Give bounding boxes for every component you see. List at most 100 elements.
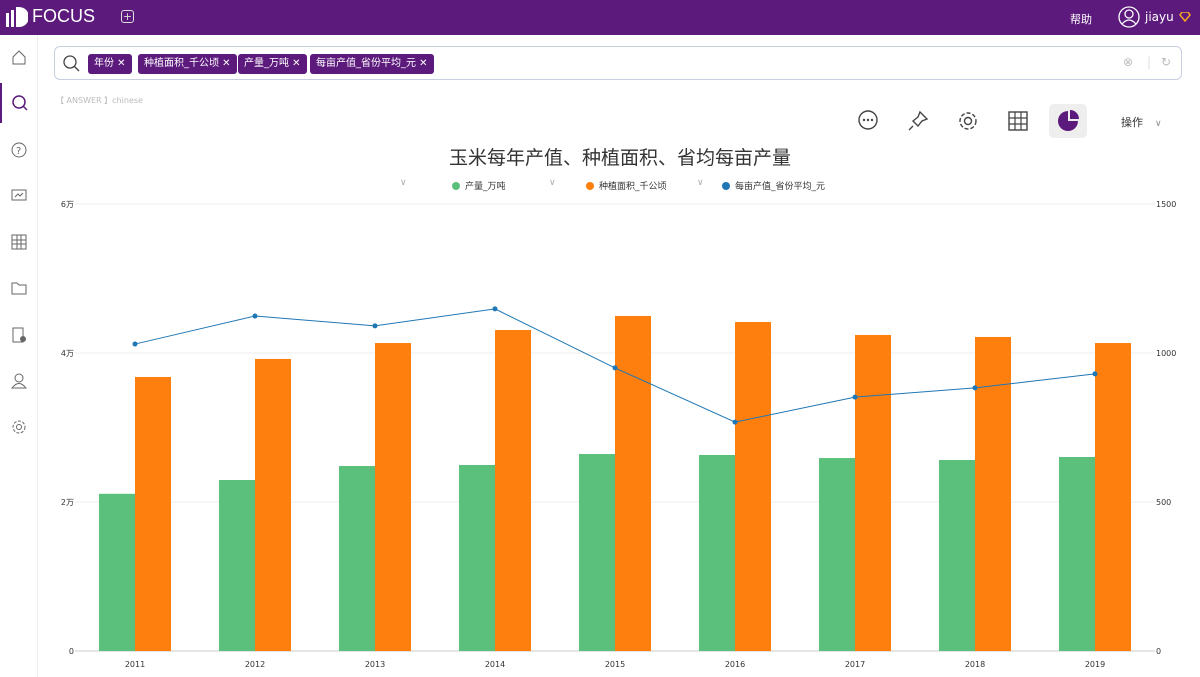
sidebar-item-datasource[interactable] (0, 315, 38, 355)
sidebar-item-folder[interactable] (0, 268, 38, 308)
divider: | (1147, 55, 1152, 69)
sidebar-item-dashboard[interactable] (0, 176, 38, 216)
bar-production (339, 466, 375, 651)
chart-title: 玉米每年产值、种植面积、省均每亩产量 (448, 147, 791, 169)
x-tick-label: 2013 (365, 660, 385, 669)
bar-planting-area (375, 343, 411, 651)
line-point (852, 394, 858, 400)
x-tick-label: 2019 (1085, 660, 1105, 669)
legend-item[interactable]: 每亩产值_省份平均_元 (722, 179, 825, 192)
x-tick-label: 2015 (605, 660, 625, 669)
user-icon (11, 373, 27, 389)
legend-item[interactable]: 产量_万吨 (452, 179, 506, 192)
bar-production (699, 454, 735, 651)
line-value-per-mu (134, 308, 1096, 423)
line-point (612, 365, 618, 371)
line-point (732, 419, 738, 425)
bar-planting-area (615, 315, 651, 651)
pie-chart-icon (1058, 110, 1079, 131)
clear-icon[interactable]: ⊗ (1123, 55, 1133, 69)
diamond-icon (1178, 12, 1191, 22)
y-right-tick-label: 500 (1156, 498, 1171, 507)
y-left-tick-label: 0 (69, 647, 74, 656)
bar-production (579, 454, 615, 651)
search-icon (12, 95, 28, 111)
help-link[interactable]: 帮助 (1070, 11, 1092, 27)
pin-button[interactable] (899, 104, 937, 138)
line-point (372, 323, 378, 329)
refresh-icon[interactable]: ↻ (1161, 55, 1171, 69)
x-tick-label: 2016 (725, 660, 745, 669)
line-point (252, 313, 258, 319)
chevron-down-icon: ∨ (1155, 119, 1162, 129)
operate-dropdown[interactable]: 操作 ∨ (1121, 114, 1162, 130)
logo[interactable]: FOCUS (6, 6, 95, 27)
legend-dot (452, 181, 460, 190)
x-tick-label: 2014 (485, 660, 505, 669)
sidebar-item-table[interactable] (0, 222, 38, 262)
bar-production (219, 480, 255, 651)
y-right-tick-label: 1500 (1156, 200, 1176, 209)
bar-planting-area (855, 334, 891, 651)
x-tick-label: 2018 (965, 660, 985, 669)
line-point (132, 341, 138, 347)
search-chip[interactable]: 产量_万吨 ✕ (238, 54, 307, 74)
table-icon (1008, 111, 1028, 131)
bar-planting-area (255, 358, 291, 651)
operate-label: 操作 (1121, 116, 1143, 129)
sidebar-item-user[interactable] (0, 361, 38, 401)
x-tick-label: 2011 (125, 660, 145, 669)
gear-icon (959, 112, 977, 130)
presentation-icon (11, 189, 27, 201)
search-bar[interactable]: 年份 ✕ 种植面积_千公顷 ✕ 产量_万吨 ✕ 每亩产值_省份平均_元 ✕ ⊗ … (54, 46, 1182, 80)
legend-label: 种植面积_千公顷 (599, 182, 667, 192)
sidebar-item-home[interactable] (0, 37, 38, 77)
sidebar: ? (0, 35, 38, 677)
line-point (492, 306, 498, 312)
legend-dot (586, 181, 594, 190)
combo-chart: 0 2万 4万 6万 0 500 1000 1500 2011 2012 2013 2014 2015 2… (61, 200, 1176, 669)
search-chip[interactable]: 种植面积_千公顷 ✕ (138, 54, 237, 74)
top-bar: FOCUS + 帮助 jiayu (0, 0, 1200, 35)
gear-icon (12, 420, 26, 434)
avatar-icon (1118, 6, 1140, 28)
table-icon (11, 234, 27, 250)
comment-button[interactable] (849, 104, 887, 138)
table-view-button[interactable] (999, 104, 1037, 138)
legend-label: 每亩产值_省份平均_元 (735, 182, 826, 192)
bar-production (939, 459, 975, 651)
chevron-down-icon[interactable]: ∨ (549, 178, 556, 188)
x-tick-label: 2017 (845, 660, 865, 669)
search-chip[interactable]: 年份 ✕ (88, 54, 132, 74)
line-point (1092, 371, 1098, 377)
new-tab-button[interactable]: + (121, 10, 134, 23)
bar-planting-area (975, 336, 1011, 651)
sidebar-item-search[interactable] (0, 83, 38, 123)
legend-item[interactable]: 种植面积_千公顷 (586, 179, 667, 192)
comment-icon (858, 110, 878, 130)
x-tick-label: 2012 (245, 660, 265, 669)
sidebar-item-settings[interactable] (0, 407, 38, 447)
document-settings-icon (12, 327, 26, 343)
bar-production (1059, 457, 1095, 651)
chevron-down-icon[interactable]: ∨ (400, 178, 407, 188)
username: jiayu (1145, 10, 1174, 24)
y-right-tick-label: 0 (1156, 647, 1161, 656)
chip-label: 种植面积_千公顷 (144, 58, 219, 69)
chip-label: 每亩产值_省份平均_元 (316, 58, 416, 69)
settings-button[interactable] (949, 104, 987, 138)
chevron-down-icon[interactable]: ∨ (697, 178, 704, 188)
legend-label: 产量_万吨 (465, 182, 506, 192)
search-chip[interactable]: 每亩产值_省份平均_元 ✕ (310, 54, 434, 74)
y-right-tick-label: 1000 (1156, 349, 1176, 358)
chart-view-button[interactable] (1049, 104, 1087, 138)
pin-icon (908, 110, 929, 131)
answer-label: 【 ANSWER 】chinese (56, 96, 143, 105)
app-name: FOCUS (32, 6, 95, 26)
search-icon (63, 55, 80, 72)
user-menu[interactable]: jiayu (1118, 6, 1191, 28)
y-left-tick-label: 4万 (61, 349, 74, 358)
bar-planting-area (495, 329, 531, 651)
bar-planting-area (735, 322, 771, 651)
bar-production (99, 493, 135, 651)
